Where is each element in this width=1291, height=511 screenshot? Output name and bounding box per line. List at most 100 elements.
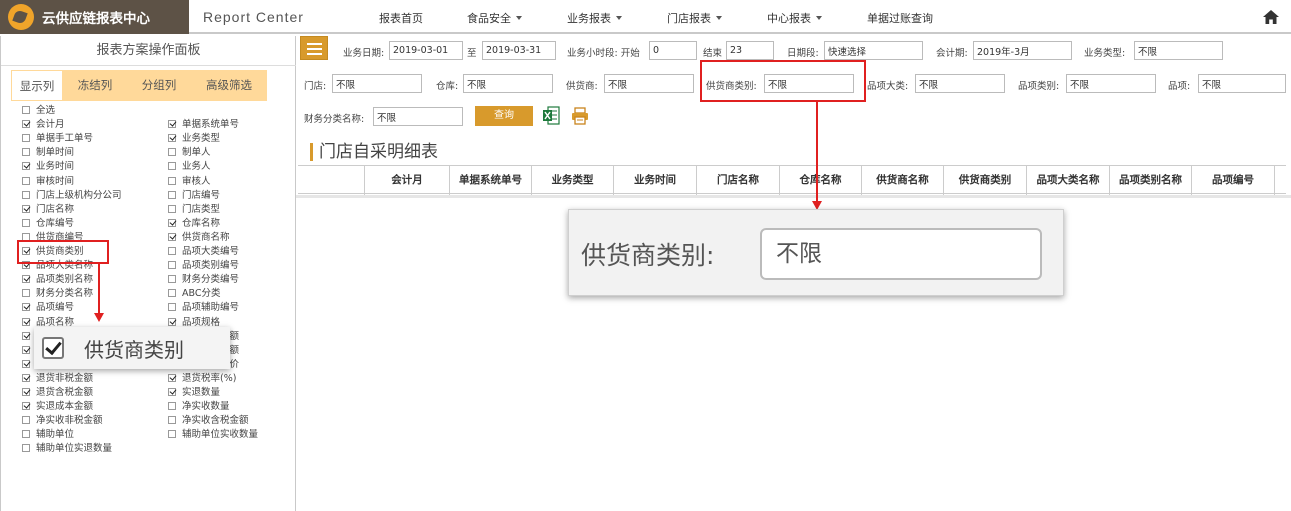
item-category-input[interactable] [1066,74,1156,93]
checkbox-select-all[interactable]: 全选 [22,105,55,117]
checkbox-box[interactable] [22,289,30,298]
checkbox-box[interactable] [22,444,30,453]
collapse-panel-button[interactable] [300,36,328,60]
checkbox-box[interactable] [168,204,176,213]
store-input[interactable] [332,74,422,93]
checkbox-box[interactable] [168,162,176,171]
checkbox-box[interactable] [168,388,176,396]
brand[interactable]: 云供应链报表中心 [0,0,189,34]
column-checkbox[interactable]: 门店类型 [168,204,220,216]
column-checkbox[interactable]: 门店编号 [168,190,220,202]
checkbox-box[interactable] [22,373,30,382]
acct-period-select[interactable] [973,41,1072,60]
supplier-input[interactable] [604,74,694,93]
checkbox-box[interactable] [22,275,30,284]
fin-category-input[interactable] [373,107,463,126]
grid-column-header[interactable]: 门店名称 [696,166,779,195]
nav-food-safety[interactable]: 食品安全 [467,10,522,26]
checkbox-box[interactable] [168,134,176,143]
checkbox-box[interactable] [22,416,30,425]
grid-column-header[interactable]: 供货商类别 [943,166,1026,195]
column-checkbox[interactable]: 品项类别名称 [22,274,93,286]
column-checkbox[interactable]: 品项大类编号 [168,246,239,258]
tab-display-columns[interactable]: 显示列 [11,70,63,100]
checkbox-box[interactable] [22,190,30,199]
nav-business-report[interactable]: 业务报表 [567,10,622,26]
checkbox-box[interactable] [168,289,176,298]
tab-freeze-columns[interactable]: 冻结列 [63,70,127,100]
column-checkbox[interactable]: 净实收含税金额 [168,415,249,427]
nav-report-home[interactable]: 报表首页 [379,10,423,26]
column-checkbox[interactable]: 品项编号 [22,302,74,314]
checkbox-box[interactable] [22,430,30,439]
column-checkbox[interactable]: 财务分类编号 [168,274,239,286]
excel-export-icon[interactable] [543,106,560,125]
checkbox-box[interactable] [22,218,30,227]
checkbox-box[interactable] [168,317,176,326]
checkbox-box[interactable] [22,303,30,312]
item-input[interactable] [1198,74,1286,93]
grid-column-header[interactable]: 仓库名称 [779,166,861,195]
grid-column-header[interactable]: 品项大类名称 [1026,166,1109,195]
hour-start-input[interactable] [649,41,697,60]
column-checkbox[interactable]: 净实收非税金额 [22,415,103,427]
column-checkbox[interactable]: 门店上级机构分公司 [22,190,122,202]
date-seg-select[interactable] [824,41,923,60]
column-checkbox[interactable]: 供货商名称 [168,232,230,244]
warehouse-input[interactable] [463,74,553,93]
column-checkbox[interactable]: 退货税率(%) [168,373,236,385]
biz-date-from-input[interactable] [389,41,463,60]
print-icon[interactable] [571,107,589,125]
column-checkbox[interactable]: 制单时间 [22,147,74,159]
grid-column-header[interactable]: 单据系统单号 [449,166,531,195]
column-checkbox[interactable]: 退货非税金额 [22,373,93,385]
column-checkbox[interactable]: 会计月 [22,119,65,131]
grid-column-header[interactable]: 品项类别名称 [1109,166,1191,195]
column-checkbox[interactable]: 实退数量 [168,387,220,399]
checkbox-box[interactable] [22,106,30,114]
checkbox-box[interactable] [168,430,176,439]
checkbox-box[interactable] [22,204,30,213]
checkbox-box[interactable] [22,176,30,185]
hour-end-input[interactable] [726,41,774,60]
checkbox-box[interactable] [22,162,30,171]
column-checkbox[interactable]: 品项辅助编号 [168,302,239,314]
checkbox-box[interactable] [22,134,30,143]
column-checkbox[interactable]: 审核时间 [22,176,74,188]
query-button[interactable]: 查询 [475,106,533,126]
column-checkbox[interactable]: 品项类别编号 [168,260,239,272]
checkbox-box[interactable] [22,388,30,396]
checkbox-box[interactable] [168,402,176,411]
checkbox-box[interactable] [22,359,30,368]
column-checkbox[interactable]: 辅助单位 [22,429,74,441]
column-checkbox[interactable]: 财务分类名称 [22,288,93,300]
biz-date-to-input[interactable] [482,41,556,60]
column-checkbox[interactable]: 门店名称 [22,204,74,216]
column-checkbox[interactable]: 净实收数量 [168,401,230,413]
checkbox-box[interactable] [22,345,30,354]
grid-column-header[interactable]: 业务时间 [613,166,696,195]
grid-column-header[interactable]: 业务类型 [531,166,613,195]
column-checkbox[interactable]: 审核人 [168,176,211,188]
column-checkbox[interactable]: 业务时间 [22,161,74,173]
home-icon[interactable] [1263,10,1279,24]
tab-advanced-filter[interactable]: 高级筛选 [191,70,267,100]
column-checkbox[interactable]: 业务类型 [168,133,220,145]
checkbox-box[interactable] [22,120,30,129]
grid-column-header[interactable]: 会计月 [364,166,449,195]
column-checkbox[interactable]: 业务人 [168,161,211,173]
checkbox-box[interactable] [168,261,176,270]
checkbox-box[interactable] [168,176,176,185]
checkbox-box[interactable] [22,148,30,157]
column-checkbox[interactable]: 辅助单位实收数量 [168,429,258,441]
column-checkbox[interactable]: 辅助单位实退数量 [22,443,112,455]
grid-column-header[interactable]: 供货商名称 [861,166,943,195]
nav-posting-query[interactable]: 单据过账查询 [867,10,933,26]
column-checkbox[interactable]: 退货含税金额 [22,387,93,399]
checkbox-box[interactable] [168,303,176,312]
nav-store-report[interactable]: 门店报表 [667,10,722,26]
checkbox-box[interactable] [22,331,30,340]
item-major-input[interactable] [915,74,1005,93]
nav-center-report[interactable]: 中心报表 [767,10,822,26]
column-checkbox[interactable]: 制单人 [168,147,211,159]
